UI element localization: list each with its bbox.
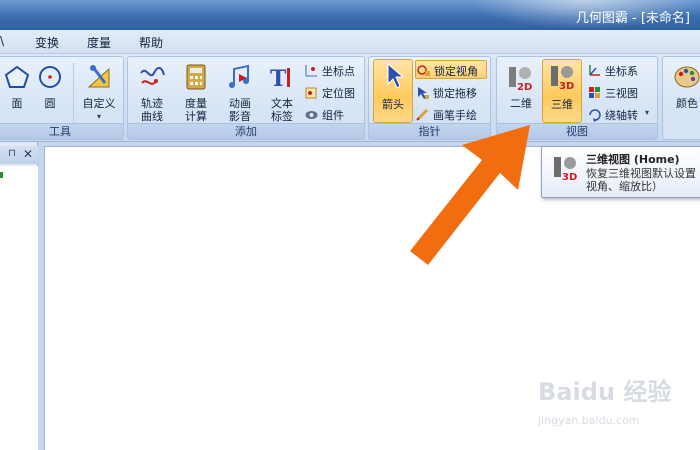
title-bar: 几何图霸 - [未命名]	[0, 0, 700, 30]
color-label: 颜色	[676, 97, 698, 110]
circle-label: 圆	[44, 97, 56, 110]
trace-curve-icon	[140, 67, 165, 85]
annotation-arrow-icon	[410, 125, 530, 265]
polygon-icon	[4, 65, 30, 88]
trace-curve-button[interactable]: 轨迹曲线	[132, 61, 172, 123]
locate-image-label: 定位图	[322, 87, 355, 100]
axes-icon	[589, 65, 600, 76]
2d-view-button[interactable]: 2D 二维	[501, 61, 541, 123]
2d-view-icon: 2D	[509, 67, 532, 91]
rotate-axis-icon	[589, 109, 601, 122]
text-label-button[interactable]: T 文本标签	[262, 61, 302, 123]
circle-button[interactable]: 圆	[30, 61, 70, 123]
left-panel-header: ⊓ ✕	[0, 146, 38, 164]
window-title: 几何图霸 - [未命名]	[575, 11, 690, 26]
pin-icon[interactable]: ⊓	[8, 148, 16, 159]
2d-view-label: 二维	[510, 97, 532, 110]
3d-view-label: 三维	[551, 98, 573, 111]
calculator-label: 度量计算	[185, 97, 207, 123]
coordinate-point-label: 坐标点	[322, 65, 355, 78]
2d-badge: 2D	[517, 82, 532, 91]
custom-tool-dropdown-icon: ▾	[96, 112, 101, 121]
watermark-logo: Baidu 经验	[538, 378, 672, 406]
ribbon-group-color: 颜色	[662, 56, 700, 140]
watermark-url: jingyan.baidu.com	[538, 414, 640, 427]
calculator-button[interactable]: 度量计算	[176, 61, 216, 123]
lock-drag-icon	[418, 87, 429, 99]
tooltip-description: 恢复三维视图默认设置视角、缩放比）	[586, 167, 696, 193]
close-icon[interactable]: ✕	[23, 147, 33, 161]
menu-bar: \ 变换 度量 帮助	[0, 30, 700, 54]
tree-marker	[0, 172, 3, 178]
menu-item-help[interactable]: 帮助	[139, 34, 163, 51]
tooltip-3d-view: 3D 三维视图 (Home) 恢复三维视图默认设置视角、缩放比）	[541, 146, 700, 198]
3d-badge: 3D	[559, 81, 574, 90]
coordinate-point-icon	[305, 65, 317, 77]
tooltip-3d-badge: 3D	[562, 172, 577, 181]
left-panel: ⊓ ✕	[0, 142, 38, 450]
locate-image-icon	[305, 87, 317, 99]
circle-icon	[39, 66, 61, 88]
tooltip-title: 三维视图 (Home)	[586, 153, 680, 166]
lock-view-label: 锁定视角	[434, 65, 478, 78]
menu-item-transform[interactable]: 变换	[35, 34, 59, 51]
three-view-label: 三视图	[605, 87, 638, 100]
arrow-pointer-label: 箭头	[382, 98, 404, 111]
arrow-pointer-icon	[387, 62, 405, 89]
component-label: 组件	[322, 109, 344, 122]
ribbon-group-add: 轨迹曲线 度量计算 动画影音 T 文本标签 坐标点 定位图 组件 添加	[127, 56, 365, 140]
ribbon-group-tools: 面 圆 自定义 ▾ 工具	[0, 56, 124, 140]
calculator-icon	[186, 64, 206, 90]
watermark: Baidu 经验 jingyan.baidu.com	[538, 372, 698, 434]
color-button[interactable]: 颜色	[667, 61, 700, 123]
3d-view-button[interactable]: 3D 三维	[542, 59, 582, 123]
svg-text:T: T	[270, 66, 287, 91]
component-icon	[305, 111, 318, 119]
left-panel-body	[0, 166, 38, 450]
lock-drag-label: 锁定拖移	[433, 87, 477, 100]
menu-item-insert[interactable]: \	[0, 34, 4, 48]
add-group-label: 添加	[128, 123, 364, 139]
tools-separator	[73, 63, 74, 123]
lock-view-button[interactable]: 锁定视角	[415, 60, 487, 79]
animation-icon	[229, 64, 249, 88]
animation-button[interactable]: 动画影音	[220, 61, 260, 123]
animation-label: 动画影音	[229, 97, 251, 123]
3d-view-icon: 3D	[551, 66, 574, 90]
tools-group-label: 工具	[0, 123, 123, 139]
text-label-icon: T	[270, 66, 290, 91]
rotate-axis-dropdown-icon: ▾	[645, 108, 650, 117]
axes-label: 坐标系	[605, 65, 638, 78]
3d-view-icon: 3D	[554, 157, 577, 181]
rotate-axis-label: 绕轴转	[605, 109, 638, 122]
text-label-label: 文本标签	[271, 97, 293, 123]
menu-item-measure[interactable]: 度量	[87, 34, 111, 51]
trace-curve-label: 轨迹曲线	[141, 97, 163, 123]
three-view-icon	[589, 87, 600, 98]
custom-tool-label: 自定义	[82, 97, 116, 110]
custom-tool-button[interactable]: 自定义 ▾	[79, 61, 119, 123]
arrow-pointer-button[interactable]: 箭头	[373, 59, 413, 123]
lock-view-icon	[417, 65, 430, 76]
custom-tool-icon	[87, 65, 110, 88]
palette-icon	[674, 66, 700, 88]
ribbon: 面 圆 自定义 ▾ 工具 轨迹曲线 度量计算 动画影音 T 文本标签 坐标点 定…	[0, 54, 700, 142]
